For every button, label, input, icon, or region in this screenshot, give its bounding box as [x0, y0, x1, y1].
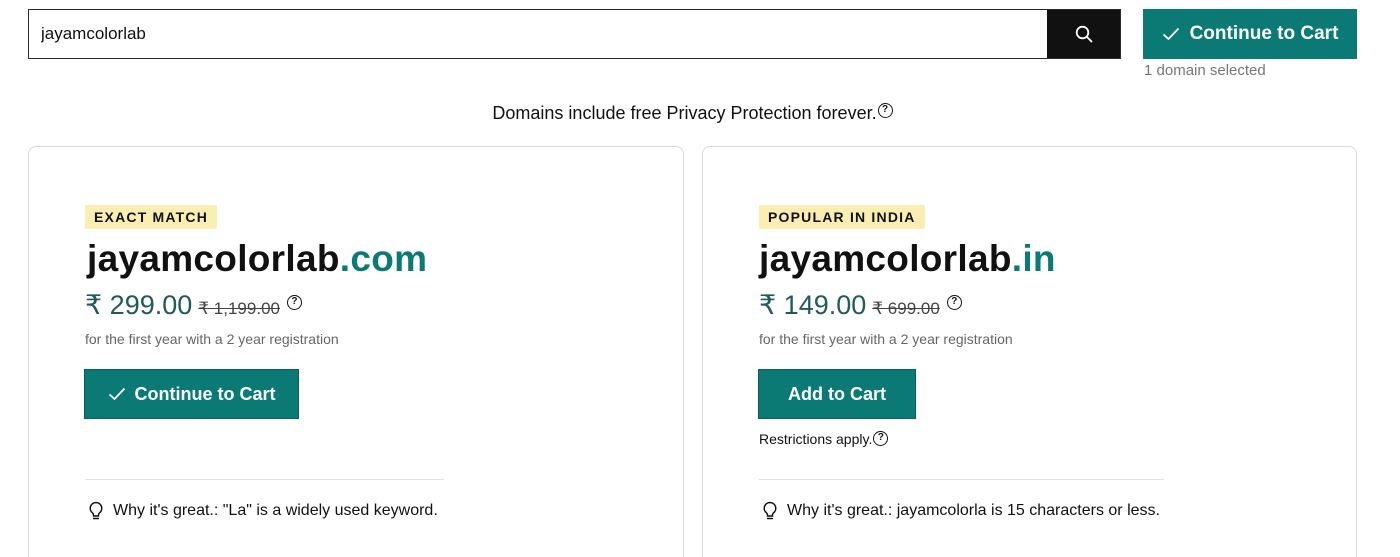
domain-search-box — [28, 9, 1121, 59]
divider — [85, 479, 444, 480]
price-row: ₹ 299.00 ₹ 1,199.00 ? — [85, 290, 302, 321]
domain-sld: jayamcolorlab — [87, 238, 340, 279]
cart-button-label: Continue to Cart — [134, 383, 276, 404]
original-price: ₹ 699.00 — [872, 299, 940, 318]
search-button[interactable] — [1047, 10, 1120, 58]
original-price: ₹ 1,199.00 — [198, 299, 280, 318]
check-icon — [108, 387, 125, 401]
restrictions-help-icon[interactable]: ? — [873, 431, 889, 446]
continue-to-cart-label: Continue to Cart — [1189, 23, 1339, 44]
search-icon — [1075, 25, 1092, 43]
lightbulb-icon — [763, 501, 777, 520]
why-its-great-text: Why it's great.: "La" is a widely used k… — [113, 502, 438, 519]
divider — [759, 479, 1164, 480]
privacy-note-text: Domains include free Privacy Protection … — [492, 103, 877, 123]
restrictions-note: Restrictions apply.? — [759, 431, 889, 447]
continue-to-cart-button[interactable]: Continue to Cart — [1143, 9, 1357, 59]
domain-sld: jayamcolorlab — [759, 238, 1012, 279]
domain-result-card: POPULAR IN INDIA jayamcolorlab.in ₹ 149.… — [702, 146, 1357, 557]
domain-name: jayamcolorlab.com — [87, 238, 427, 280]
price-terms: for the first year with a 2 year registr… — [759, 331, 1013, 347]
price-row: ₹ 149.00 ₹ 699.00 ? — [759, 290, 962, 321]
restrictions-text: Restrictions apply. — [759, 431, 873, 447]
lightbulb-icon — [89, 501, 103, 520]
domain-tld: .in — [1011, 238, 1056, 279]
price: ₹ 149.00 — [759, 290, 867, 320]
domain-name: jayamcolorlab.in — [759, 238, 1056, 280]
selected-domain-count: 1 domain selected — [1144, 62, 1266, 79]
price-terms: for the first year with a 2 year registr… — [85, 331, 339, 347]
domain-search-input[interactable] — [29, 10, 1048, 58]
domain-result-card: EXACT MATCH jayamcolorlab.com ₹ 299.00 ₹… — [28, 146, 684, 557]
why-its-great-text: Why it's great.: jayamcolorla is 15 char… — [787, 502, 1160, 519]
price-help-icon[interactable]: ? — [286, 295, 302, 310]
price-help-icon[interactable]: ? — [946, 295, 962, 310]
privacy-note: Domains include free Privacy Protection … — [0, 103, 1385, 124]
check-icon — [1162, 27, 1179, 41]
why-its-great: Why it's great.: jayamcolorla is 15 char… — [761, 501, 1160, 521]
status-badge: POPULAR IN INDIA — [759, 205, 925, 229]
why-its-great: Why it's great.: "La" is a widely used k… — [87, 501, 438, 521]
domain-tld: .com — [339, 238, 428, 279]
continue-to-cart-button[interactable]: Continue to Cart — [84, 369, 299, 419]
help-icon[interactable]: ? — [877, 103, 893, 118]
status-badge: EXACT MATCH — [85, 205, 218, 229]
add-to-cart-button[interactable]: Add to Cart — [758, 369, 916, 419]
cart-button-label: Add to Cart — [788, 383, 886, 404]
price: ₹ 299.00 — [85, 290, 193, 320]
